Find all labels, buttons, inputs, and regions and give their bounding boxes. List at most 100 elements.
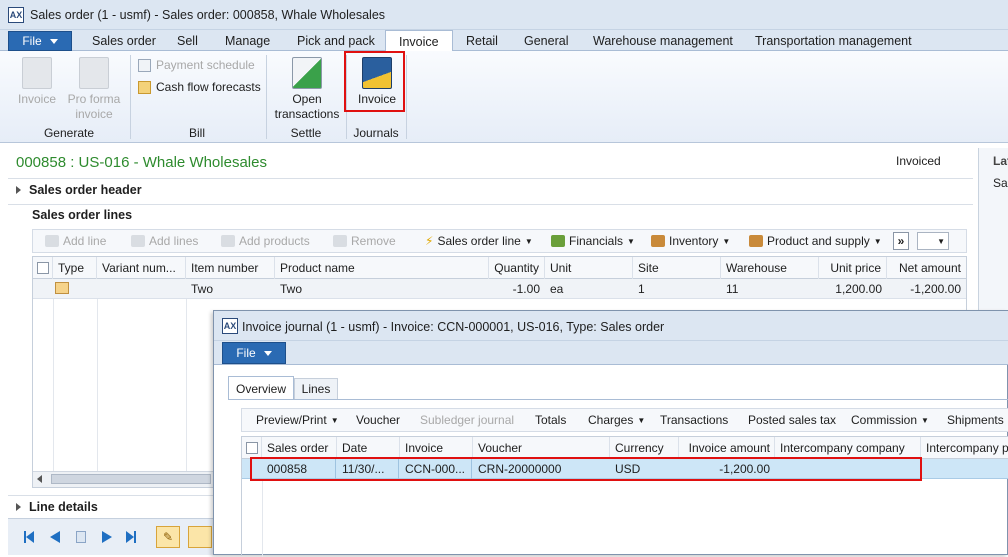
dialog-file-menu-button[interactable]: File: [222, 342, 286, 364]
tab-sales-order[interactable]: Sales order: [92, 30, 156, 51]
charges-menu[interactable]: Charges ▼: [588, 413, 645, 427]
section-header-label: Sales order header: [29, 183, 142, 197]
product-and-supply-menu[interactable]: Product and supply ▼: [749, 234, 882, 248]
cell-item-number[interactable]: Two: [191, 282, 213, 296]
transactions-button[interactable]: Transactions: [660, 413, 728, 427]
col-intercompany-company[interactable]: Intercompany company: [775, 437, 921, 459]
edit-pencil-icon[interactable]: ✎: [156, 526, 180, 548]
remove-button: Remove: [333, 234, 396, 248]
last-record-icon[interactable]: [126, 531, 134, 543]
totals-button[interactable]: Totals: [535, 413, 566, 427]
tab-invoice[interactable]: Invoice: [385, 30, 453, 52]
tab-sell[interactable]: Sell: [177, 30, 198, 51]
cell-quantity[interactable]: -1.00: [489, 282, 540, 296]
scroll-left-icon[interactable]: [37, 475, 42, 483]
cell-warehouse[interactable]: 11: [726, 282, 738, 296]
col-item-number[interactable]: Item number: [186, 257, 275, 279]
shipments-button[interactable]: Shipments: [947, 413, 1004, 427]
add-line-button: Add line: [45, 234, 106, 248]
financials-menu[interactable]: Financials ▼: [551, 234, 635, 248]
commission-label: Commission: [851, 413, 918, 427]
chevron-down-icon: ▼: [921, 415, 929, 425]
col-warehouse[interactable]: Warehouse: [721, 257, 819, 279]
divider: [186, 299, 187, 471]
table-row[interactable]: Two Two -1.00 ea 1 11 1,200.00 -1,200.00: [33, 279, 966, 299]
tab-retail[interactable]: Retail: [466, 30, 498, 51]
inventory-menu[interactable]: Inventory ▼: [651, 234, 730, 248]
cell-unit[interactable]: ea: [550, 282, 563, 296]
divider: [228, 399, 1008, 400]
divider: [8, 178, 973, 179]
lines-toolbar: Add line Add lines Add products Remove ⚡…: [32, 229, 967, 253]
scrollbar-thumb[interactable]: [51, 474, 211, 484]
tab-overview[interactable]: Overview: [228, 376, 294, 400]
col-type[interactable]: Type: [53, 257, 97, 279]
cell-product-name[interactable]: Two: [280, 282, 302, 296]
col-net-amount[interactable]: Net amount: [887, 257, 966, 279]
group-divider: [130, 55, 131, 139]
chevron-down-icon: ▼: [627, 236, 635, 246]
tab-manage[interactable]: Manage: [225, 30, 270, 51]
section-sales-order-lines[interactable]: Sales order lines: [32, 208, 132, 222]
more-commands-button[interactable]: »: [893, 232, 909, 250]
voucher-button[interactable]: Voucher: [356, 413, 400, 427]
col-invoice[interactable]: Invoice: [400, 437, 473, 459]
pro-forma-label-2: invoice: [75, 107, 113, 121]
col-quantity[interactable]: Quantity: [489, 257, 545, 279]
col-voucher[interactable]: Voucher: [473, 437, 610, 459]
first-record-icon[interactable]: [26, 531, 34, 543]
select-all-checkbox[interactable]: [33, 257, 53, 279]
posted-sales-tax-button[interactable]: Posted sales tax: [748, 413, 836, 427]
col-product-name[interactable]: Product name: [275, 257, 489, 279]
col-intercompany-p[interactable]: Intercompany p: [921, 437, 1008, 459]
col-site[interactable]: Site: [633, 257, 721, 279]
tab-lines[interactable]: Lines: [294, 378, 338, 400]
options-dropdown[interactable]: ▼: [917, 232, 949, 250]
tab-transportation-management[interactable]: Transportation management: [755, 30, 912, 51]
last-record-bar-icon[interactable]: [134, 531, 136, 543]
subledger-journal-button: Subledger journal: [420, 413, 515, 427]
pro-forma-icon: [79, 57, 109, 89]
title-bar: AX Sales order (1 - usmf) - Sales order:…: [0, 0, 1008, 30]
app-icon: AX: [8, 7, 24, 23]
section-sales-order-header[interactable]: Sales order header: [16, 183, 142, 197]
cell-unit-price[interactable]: 1,200.00: [819, 282, 882, 296]
open-transactions-button[interactable]: Open transactions: [272, 57, 342, 122]
ribbon: Invoice Pro forma invoice Generate Payme…: [0, 51, 1008, 143]
group-divider: [406, 55, 407, 139]
grid-view-icon[interactable]: [76, 531, 86, 543]
checkbox[interactable]: [245, 442, 258, 454]
tab-general[interactable]: General: [524, 30, 568, 51]
cell-site[interactable]: 1: [638, 282, 645, 296]
commission-menu[interactable]: Commission ▼: [851, 413, 929, 427]
open-transactions-label-2: transactions: [274, 107, 340, 121]
highlight-box: [344, 51, 405, 112]
col-unit-price[interactable]: Unit price: [819, 257, 887, 279]
preview-print-menu[interactable]: Preview/Print ▼: [256, 413, 339, 427]
select-all-checkbox[interactable]: [242, 437, 262, 459]
col-variant-number[interactable]: Variant num...: [97, 257, 186, 279]
checkbox[interactable]: [36, 262, 49, 274]
col-sales-order[interactable]: Sales order: [262, 437, 337, 459]
lightning-icon: ⚡: [425, 234, 434, 248]
previous-record-icon[interactable]: [50, 531, 60, 543]
add-products-icon: [221, 235, 235, 247]
cash-flow-icon: [138, 80, 151, 94]
col-unit[interactable]: Unit: [545, 257, 633, 279]
section-line-details[interactable]: Line details: [16, 500, 98, 514]
next-record-icon[interactable]: [102, 531, 112, 543]
file-menu-button[interactable]: File: [8, 31, 72, 51]
journal-toolbar: Preview/Print ▼ Voucher Subledger journal…: [241, 408, 1008, 432]
group-label-generate: Generate: [43, 126, 95, 140]
attachments-icon[interactable]: [188, 526, 212, 548]
cell-net-amount[interactable]: -1,200.00: [887, 282, 961, 296]
financials-label: Financials: [569, 234, 624, 248]
col-date[interactable]: Date: [337, 437, 400, 459]
chevron-down-icon: ▼: [524, 236, 533, 246]
col-invoice-amount[interactable]: Invoice amount: [679, 437, 775, 459]
col-currency[interactable]: Currency: [610, 437, 679, 459]
tab-pick-and-pack[interactable]: Pick and pack: [297, 30, 375, 51]
sales-order-line-menu[interactable]: ⚡ Sales order line ▼: [425, 234, 533, 248]
tab-warehouse-management[interactable]: Warehouse management: [593, 30, 733, 51]
cash-flow-forecasts-button[interactable]: Cash flow forecasts: [138, 80, 261, 94]
